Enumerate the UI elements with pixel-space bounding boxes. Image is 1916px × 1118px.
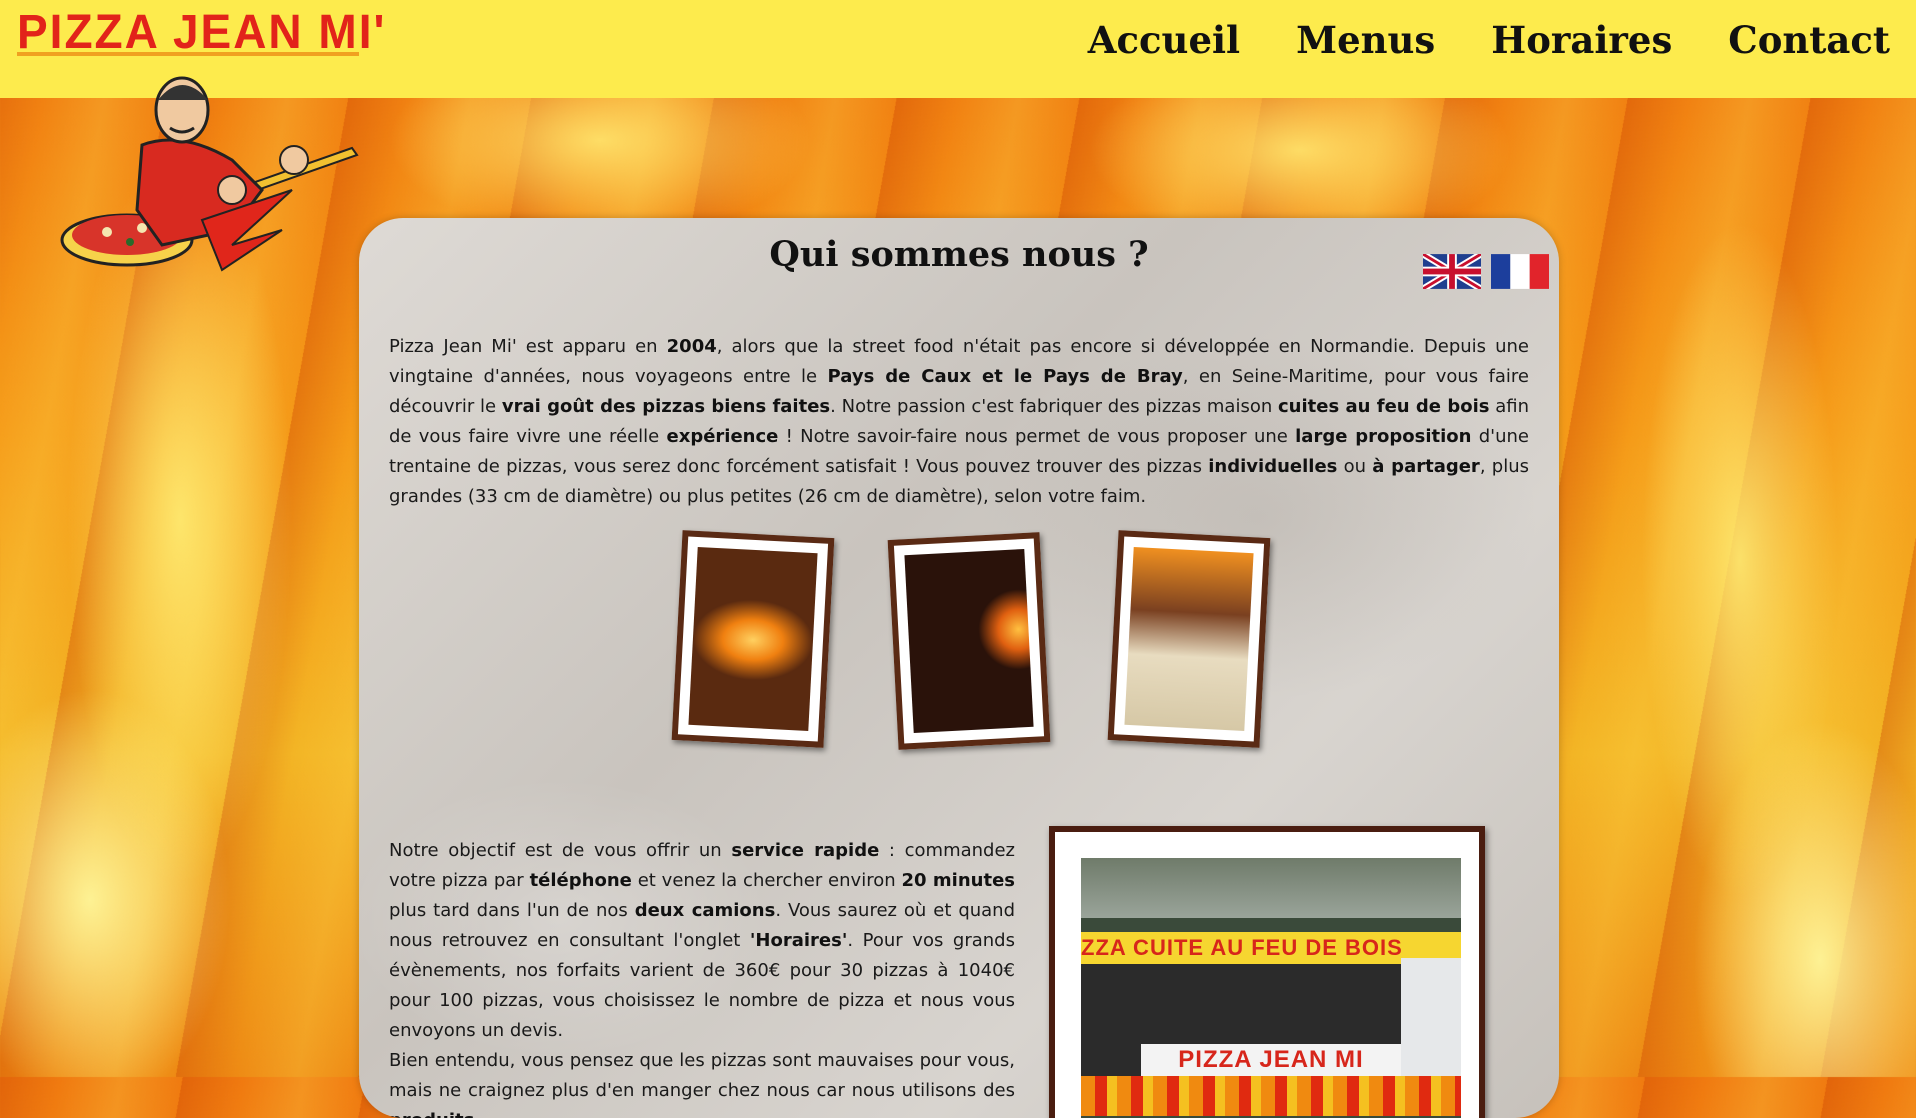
site-logo[interactable]: PIZZA JEAN MI'	[17, 3, 386, 60]
nav-contact[interactable]: Contact	[1728, 18, 1890, 62]
body-text: et venez la chercher environ	[631, 870, 902, 891]
body-text: ! Notre savoir-faire nous permet de vous…	[778, 426, 1296, 447]
quality-paragraph: Bien entendu, vous pensez que les pizzas…	[389, 1046, 1015, 1118]
page-title: Qui sommes nous ?	[769, 234, 1149, 275]
service-paragraph: Notre objectif est de vous offrir un ser…	[389, 836, 1015, 1046]
emphasis-text: 2004	[666, 336, 717, 357]
nav-horaires[interactable]: Horaires	[1491, 18, 1672, 62]
emphasis-text: deux camions	[634, 900, 776, 921]
pizzaiolo-mascot-icon	[60, 76, 359, 272]
emphasis-text: à partager	[1372, 456, 1480, 477]
food-truck-image: ZZA CUITE AU FEU DE BOIS PIZZA JEAN MI	[1081, 858, 1461, 1118]
body-text: ou	[1337, 456, 1373, 477]
nav-menus[interactable]: Menus	[1296, 18, 1435, 62]
body-text: Notre objectif est de vous offrir un	[389, 840, 732, 861]
body-text: Pizza Jean Mi' est apparu en	[389, 336, 667, 357]
logo-underline	[17, 52, 359, 56]
emphasis-text: individuelles	[1208, 456, 1338, 477]
emphasis-text: produits	[389, 1110, 474, 1118]
main-nav: Accueil Menus Horaires Contact	[1088, 18, 1890, 62]
emphasis-text: Pays de Caux et le Pays de Bray	[827, 366, 1183, 387]
emphasis-text: 20 minutes	[901, 870, 1015, 891]
emphasis-text: 'Horaires'	[749, 930, 848, 951]
oven-photo-1	[671, 530, 835, 748]
truck-flames	[1081, 1076, 1461, 1116]
body-text: . Notre passion c'est fabriquer des pizz…	[830, 396, 1279, 417]
emphasis-text: vrai goût des pizzas biens faites	[501, 396, 831, 417]
uk-flag-icon[interactable]	[1423, 254, 1481, 289]
truck-sky	[1081, 858, 1461, 918]
emphasis-text: cuites au feu de bois	[1278, 396, 1490, 417]
truck-name: PIZZA JEAN MI	[1141, 1044, 1401, 1076]
about-panel: Qui sommes nous ? Pizza Jean Mi' est app…	[359, 218, 1559, 1118]
nav-accueil[interactable]: Accueil	[1088, 18, 1240, 62]
intro-paragraph: Pizza Jean Mi' est apparu en 2004, alors…	[389, 332, 1529, 512]
oven-photo-3	[1107, 530, 1271, 748]
france-flag-icon[interactable]	[1491, 254, 1549, 289]
body-text: plus tard dans l'un de nos	[389, 900, 635, 921]
emphasis-text: service rapide	[731, 840, 880, 861]
language-switcher	[1423, 254, 1549, 289]
emphasis-text: large proposition	[1295, 426, 1472, 447]
body-text: Bien entendu, vous pensez que les pizzas…	[389, 1050, 1015, 1101]
food-truck-photo: ZZA CUITE AU FEU DE BOIS PIZZA JEAN MI	[1049, 826, 1485, 1118]
emphasis-text: expérience	[666, 426, 779, 447]
oven-photo-2	[887, 532, 1051, 750]
emphasis-text: téléphone	[529, 870, 632, 891]
